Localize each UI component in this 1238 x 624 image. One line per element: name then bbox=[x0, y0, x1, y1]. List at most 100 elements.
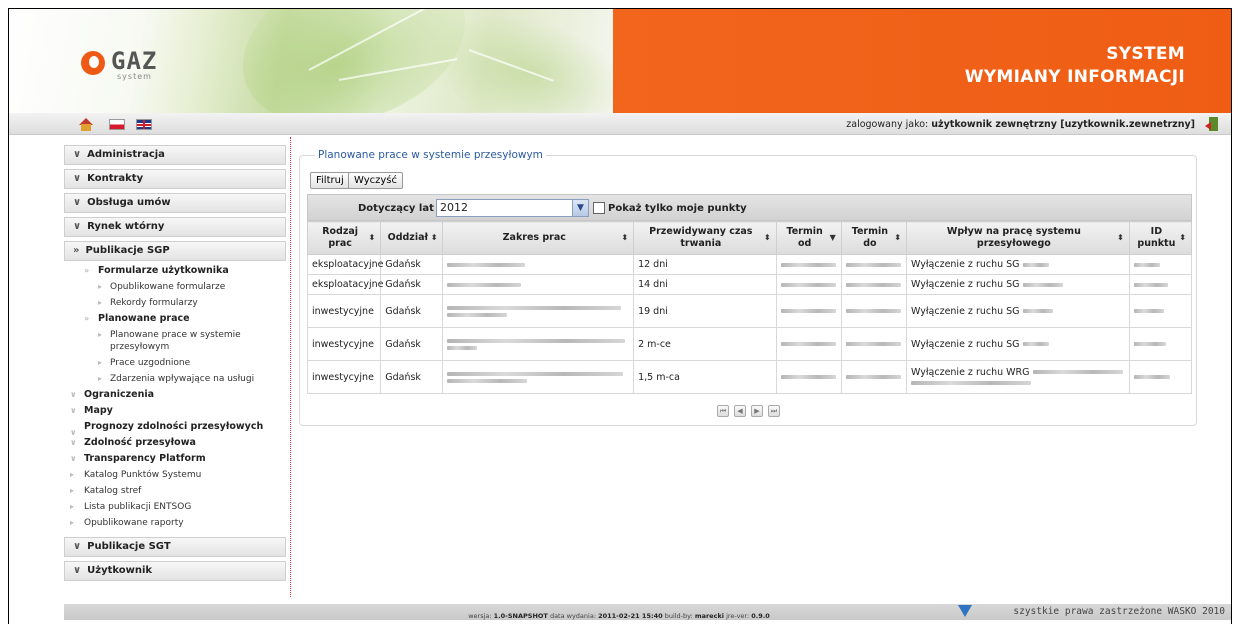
sort-icon: ⬍ bbox=[763, 233, 771, 242]
menu-kontrakty[interactable]: ∨ Kontrakty bbox=[64, 169, 286, 189]
system-title-line1: SYSTEM bbox=[1106, 44, 1185, 64]
only-my-points-checkbox[interactable] bbox=[593, 202, 605, 214]
sidebar: ∨ Administracja ∨ Kontrakty ∨ Obsługa umów … bbox=[64, 145, 286, 585]
home-icon[interactable] bbox=[79, 118, 93, 131]
menu-planowane-prace[interactable]: » Planowane prace bbox=[64, 311, 286, 327]
bullet-arrow-icon: ▸ bbox=[98, 330, 103, 339]
menu-mapy[interactable]: ∨ Mapy bbox=[64, 403, 286, 419]
col-header-rodzaj[interactable]: Rodzaj prac ⬍ bbox=[306, 221, 382, 255]
col-header-zakres[interactable]: Zakres prac ⬍ bbox=[442, 221, 635, 255]
table-row[interactable]: inwestycyjne Gdańsk 19 dni Wyłączenie z … bbox=[306, 294, 1193, 328]
menu-lista-entsog[interactable]: ▸ Lista publikacji ENTSOG bbox=[64, 499, 286, 515]
col-header-id[interactable]: ID punktu ⬍ bbox=[1128, 221, 1193, 255]
redacted-text bbox=[780, 342, 836, 346]
redacted-text bbox=[780, 282, 836, 287]
clear-button[interactable]: Wyczyść bbox=[348, 172, 404, 189]
col-header-termin-do[interactable]: Termin do ⬍ bbox=[840, 221, 907, 255]
logout-icon[interactable] bbox=[1205, 117, 1219, 131]
menu-katalog-punktow[interactable]: ▸ Katalog Punktów Systemu bbox=[64, 467, 286, 483]
redacted-text bbox=[1133, 342, 1166, 346]
first-page-icon[interactable]: ⏮ bbox=[717, 405, 729, 417]
gaz-system-logo[interactable]: GAZ system bbox=[81, 45, 231, 83]
menu-obsluga-umow[interactable]: ∨ Obsługa umów bbox=[64, 193, 286, 213]
redacted-text bbox=[447, 338, 626, 343]
sidebar-divider bbox=[290, 137, 291, 597]
menu-uzytkownik[interactable]: ∨ Użytkownik bbox=[64, 561, 286, 581]
year-filter-bar: Dotyczący lat : 2012 ▼ Pokaż tylko moje … bbox=[307, 194, 1192, 221]
redacted-text bbox=[845, 342, 901, 346]
chevron-down-icon: ∨ bbox=[70, 454, 77, 463]
chevron-down-icon: ∨ bbox=[73, 541, 82, 552]
chevron-down-icon: ∨ bbox=[70, 406, 77, 415]
app-window: GAZ system SYSTEM WYMIANY INFORMACJI zal… bbox=[8, 8, 1232, 624]
redacted-text bbox=[910, 380, 1031, 385]
menu-planowane-prace-w-systemie[interactable]: ▸ Planowane prace w systemie przesyłowym bbox=[64, 327, 286, 355]
col-header-czas[interactable]: Przewidywany czas trwania ⬍ bbox=[633, 221, 777, 255]
menu-ograniczenia[interactable]: ∨ Ograniczenia bbox=[64, 387, 286, 403]
header: GAZ system SYSTEM WYMIANY INFORMACJI bbox=[9, 9, 1231, 154]
menu-zdarzenia[interactable]: ▸ Zdarzenia wpływające na usługi bbox=[64, 371, 286, 387]
menu-opublikowane-formularze[interactable]: ▸ Opublikowane formularze bbox=[64, 279, 286, 295]
redacted-text bbox=[1032, 370, 1123, 374]
login-user: użytkownik zewnętrzny [uzytkownik.zewnet… bbox=[931, 119, 1195, 130]
redacted-text bbox=[447, 282, 522, 287]
redacted-text bbox=[780, 262, 836, 267]
menu-prognozy[interactable]: ∨ Prognozy zdolności przesyłowych bbox=[64, 419, 286, 437]
menu-transparency[interactable]: ∨ Transparency Platform bbox=[64, 451, 286, 467]
filter-button[interactable]: Filtruj bbox=[310, 172, 350, 189]
table-row[interactable]: inwestycyjne Gdańsk 1,5 m-ca Wyłączenie … bbox=[306, 360, 1193, 394]
sort-icon: ⬍ bbox=[621, 233, 629, 242]
menu-rekordy-formularzy[interactable]: ▸ Rekordy formularzy bbox=[64, 295, 286, 311]
menu-prace-uzgodnione[interactable]: ▸ Prace uzgodnione bbox=[64, 355, 286, 371]
menu-formularze-uzytkownika[interactable]: » Formularze użytkownika bbox=[64, 263, 286, 279]
col-header-termin-od[interactable]: Termin od ▼ bbox=[775, 221, 842, 255]
menu-katalog-stref[interactable]: ▸ Katalog stref bbox=[64, 483, 286, 499]
menu-administracja[interactable]: ∨ Administracja bbox=[64, 145, 286, 165]
year-select[interactable]: 2012 ▼ bbox=[436, 199, 589, 217]
logo-sub: system bbox=[117, 72, 152, 81]
redacted-text bbox=[845, 262, 901, 267]
redacted-text bbox=[447, 305, 622, 310]
redacted-text bbox=[447, 262, 526, 267]
sort-icon: ⬍ bbox=[894, 233, 901, 242]
bullet-arrow-icon: ▸ bbox=[98, 358, 103, 367]
redacted-text bbox=[780, 309, 836, 313]
panel-legend: Planowane prace w systemie przesyłowym bbox=[315, 149, 546, 161]
chevron-down-icon: ∨ bbox=[70, 390, 77, 399]
col-header-wplyw[interactable]: Wpływ na pracę systemu przesyłowego ⬍ bbox=[905, 221, 1130, 255]
top-toolbar: zalogowany jako: użytkownik zewnętrzny [… bbox=[9, 113, 1231, 135]
header-orange-band: SYSTEM WYMIANY INFORMACJI bbox=[613, 9, 1231, 113]
only-my-points-label: Pokaż tylko moje punkty bbox=[608, 203, 747, 214]
chevron-right-icon: » bbox=[73, 245, 80, 256]
table-row[interactable]: inwestycyjne Gdańsk 2 m-ce Wyłączenie z … bbox=[306, 327, 1193, 361]
polish-flag-icon[interactable] bbox=[109, 119, 125, 130]
menu-publikacje-sgp[interactable]: » Publikacje SGP bbox=[64, 241, 286, 261]
bullet-arrow-icon: ▸ bbox=[70, 518, 75, 527]
dropdown-arrow-icon[interactable]: ▼ bbox=[572, 200, 588, 216]
bullet-arrow-icon: ▸ bbox=[98, 298, 103, 307]
sort-icon: ⬍ bbox=[430, 233, 438, 242]
logo-word: GAZ bbox=[111, 47, 158, 75]
menu-publikacje-sgt[interactable]: ∨ Publikacje SGT bbox=[64, 537, 286, 557]
menu-opublikowane-raporty[interactable]: ▸ Opublikowane raporty bbox=[64, 515, 286, 531]
col-header-oddzial[interactable]: Oddział ⬍ bbox=[380, 221, 444, 255]
data-table: Rodzaj prac ⬍ Oddział ⬍ Zakres prac ⬍ Przew… bbox=[306, 221, 1193, 394]
table-row[interactable]: eksploatacyjne Gdańsk 14 dni Wyłączenie … bbox=[306, 274, 1193, 295]
year-select-value: 2012 bbox=[440, 201, 468, 214]
next-page-icon[interactable]: ▶ bbox=[751, 405, 763, 417]
sort-icon: ⬍ bbox=[1117, 233, 1124, 242]
last-page-icon[interactable]: ⏭ bbox=[768, 405, 780, 417]
menu-zdolnosc[interactable]: ∨ Zdolność przesyłowa bbox=[64, 435, 286, 451]
redacted-text bbox=[845, 375, 901, 379]
double-chevron-icon: » bbox=[84, 314, 90, 323]
planned-works-table: Dotyczący lat : 2012 ▼ Pokaż tylko moje … bbox=[306, 194, 1193, 394]
menu-rynek-wtorny[interactable]: ∨ Rynek wtórny bbox=[64, 217, 286, 237]
prev-page-icon[interactable]: ◀ bbox=[734, 405, 746, 417]
table-row[interactable]: eksploatacyjne Gdańsk 12 dni Wyłączenie … bbox=[306, 254, 1193, 275]
redacted-text bbox=[780, 375, 836, 379]
english-flag-icon[interactable] bbox=[136, 119, 152, 130]
sort-desc-icon: ▼ bbox=[829, 233, 836, 242]
double-chevron-icon: » bbox=[84, 266, 90, 275]
redacted-text bbox=[1133, 309, 1164, 313]
bullet-arrow-icon: ▸ bbox=[70, 486, 75, 495]
